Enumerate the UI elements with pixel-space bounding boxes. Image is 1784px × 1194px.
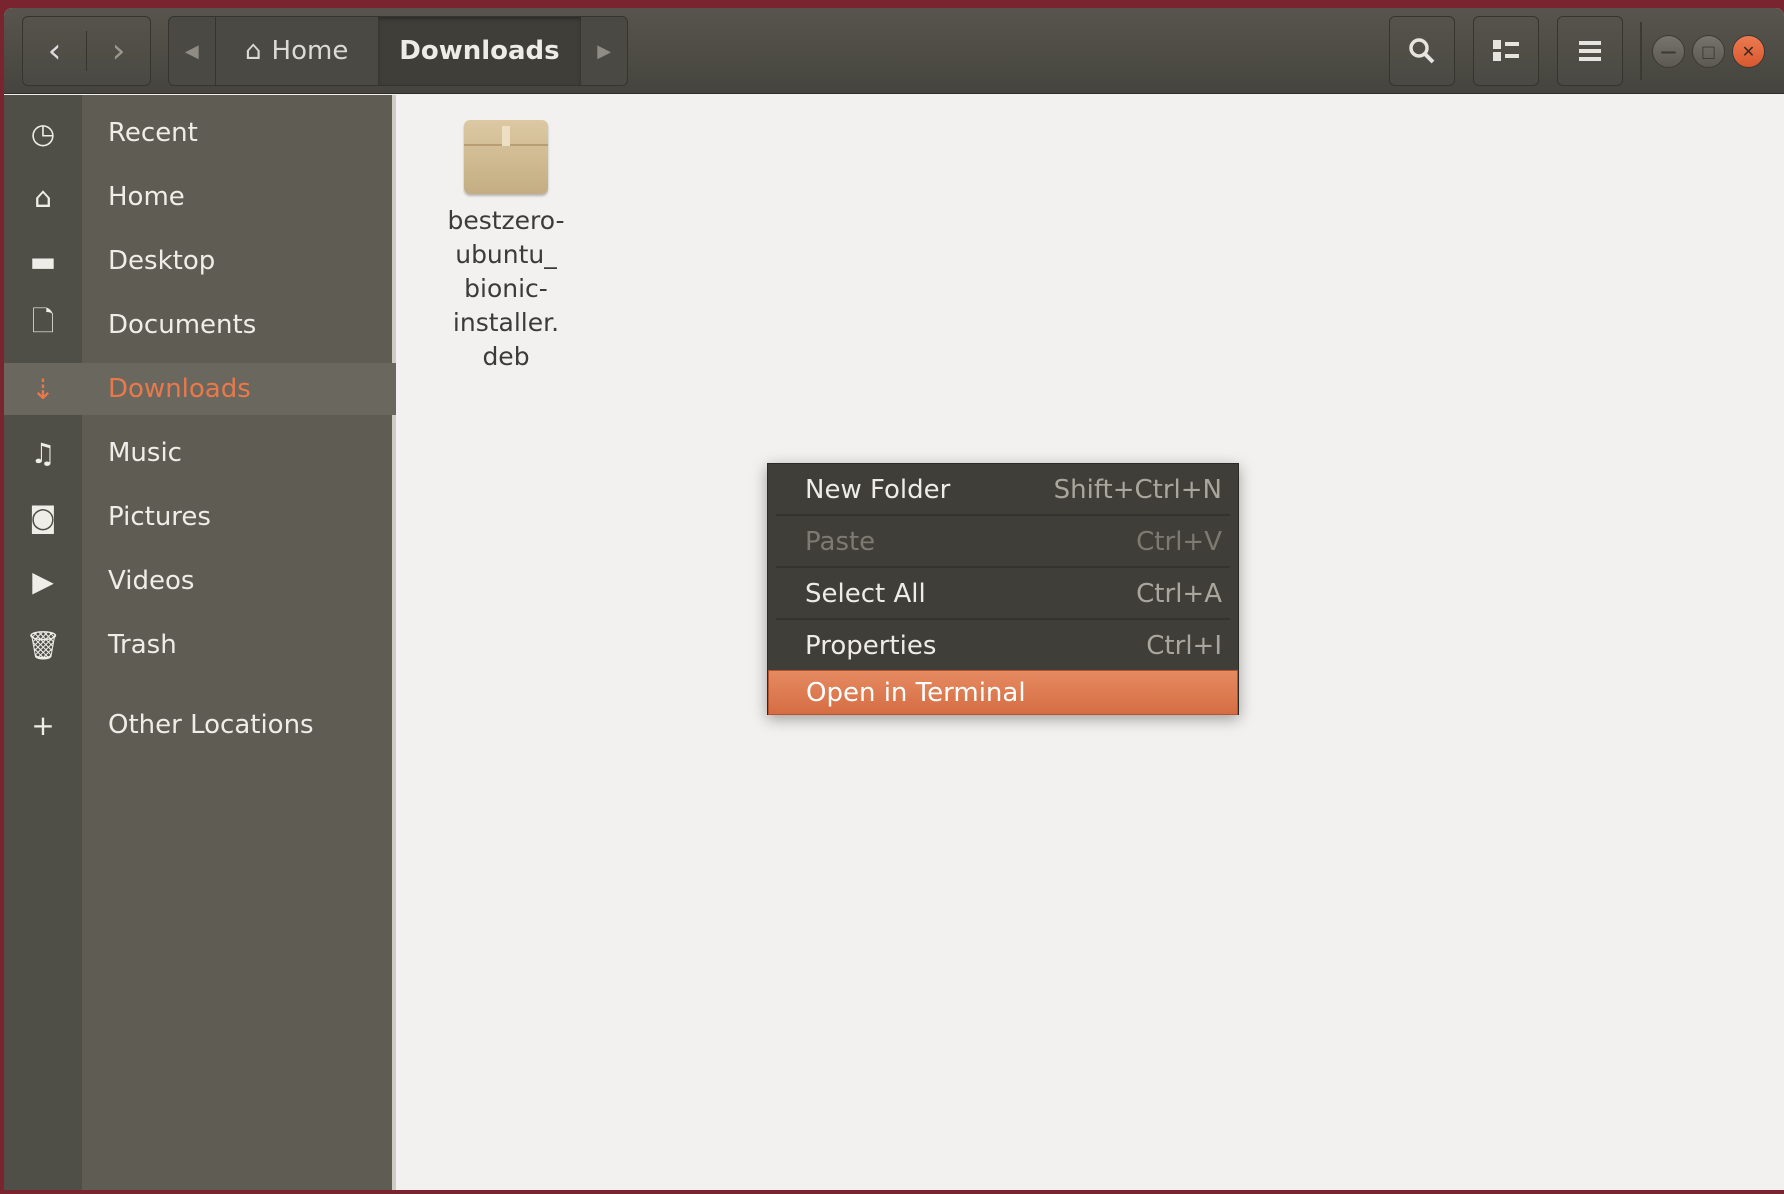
sidebar-item-label: Recent: [108, 118, 198, 148]
music-icon: ♫: [30, 436, 56, 470]
home-icon: ⌂: [245, 36, 262, 66]
hamburger-menu-icon: [1579, 41, 1601, 61]
context-menu: New Folder Shift+Ctrl+N Paste Ctrl+V Selec…: [767, 463, 1239, 715]
path-bar: ◀ ⌂ Home Downloads ▶: [168, 16, 628, 86]
sidebar-item-recent[interactable]: ◷ Recent: [4, 107, 396, 159]
sidebar-item-desktop[interactable]: ▬ Desktop: [4, 235, 396, 287]
header-separator: [1640, 22, 1642, 80]
camera-icon: ◙: [29, 500, 57, 534]
path-downloads-button[interactable]: Downloads: [377, 17, 582, 85]
file-item[interactable]: bestzero- ubuntu_ bionic- installer. deb: [424, 120, 588, 374]
path-home-label: Home: [271, 36, 349, 66]
path-scroll-left-button[interactable]: ◀: [169, 17, 215, 85]
chevron-right-icon: ›: [111, 31, 126, 71]
document-icon: 🗋: [31, 305, 55, 338]
menu-item-select-all[interactable]: Select All Ctrl+A: [768, 568, 1238, 620]
file-name: bestzero- ubuntu_ bionic- installer. deb: [424, 204, 588, 374]
path-home-button[interactable]: ⌂ Home: [214, 17, 378, 85]
path-current-label: Downloads: [399, 36, 560, 66]
download-icon: ⇣: [31, 372, 55, 406]
menu-item-label: Paste: [805, 527, 876, 557]
sidebar-item-label: Documents: [108, 310, 257, 340]
file-name-line: bestzero-: [447, 206, 565, 235]
menu-item-open-in-terminal[interactable]: Open in Terminal: [768, 670, 1238, 715]
package-icon: [464, 120, 548, 194]
menu-item-label: Select All: [805, 579, 926, 609]
back-button[interactable]: ‹: [23, 31, 86, 71]
sidebar-item-pictures[interactable]: ◙ Pictures: [4, 491, 396, 543]
sidebar-item-label: Other Locations: [108, 710, 314, 740]
forward-button[interactable]: ›: [86, 31, 150, 71]
sidebar-item-label: Desktop: [108, 246, 216, 276]
home-icon: ⌂: [34, 180, 52, 214]
menu-item-label: Open in Terminal: [806, 677, 1026, 708]
close-icon: ✕: [1741, 42, 1756, 61]
video-icon: ▶: [32, 564, 54, 598]
clock-icon: ◷: [30, 116, 56, 150]
file-name-line: bionic-: [464, 274, 548, 303]
sidebar-item-videos[interactable]: ▶ Videos: [4, 555, 396, 607]
file-name-line: deb: [482, 342, 530, 371]
search-button[interactable]: [1389, 16, 1455, 86]
header-bar: ‹ › ◀ ⌂ Home Downloads ▶ — □ ✕: [4, 8, 1784, 94]
menu-item-properties[interactable]: Properties Ctrl+I: [768, 620, 1238, 672]
sidebar-item-label: Trash: [108, 630, 177, 660]
sidebar-item-label: Downloads: [108, 374, 251, 404]
minimize-button[interactable]: —: [1652, 35, 1685, 68]
list-view-icon: [1493, 40, 1519, 61]
maximize-button[interactable]: □: [1692, 35, 1725, 68]
path-scroll-right-button[interactable]: ▶: [581, 17, 627, 85]
sidebar-item-downloads[interactable]: ⇣ Downloads: [4, 363, 396, 415]
minimize-icon: —: [1660, 42, 1677, 61]
menu-item-new-folder[interactable]: New Folder Shift+Ctrl+N: [768, 464, 1238, 516]
history-nav: ‹ ›: [22, 16, 151, 86]
chevron-left-icon: ‹: [47, 31, 62, 71]
close-button[interactable]: ✕: [1732, 35, 1765, 68]
file-manager-window: ‹ › ◀ ⌂ Home Downloads ▶ — □ ✕ ◷ Recent ⌂…: [4, 8, 1784, 1190]
app-menu-button[interactable]: [1557, 16, 1623, 86]
file-name-line: installer.: [452, 308, 560, 337]
maximize-icon: □: [1700, 42, 1717, 61]
menu-item-label: New Folder: [805, 475, 951, 505]
sidebar-item-label: Pictures: [108, 502, 211, 532]
plus-icon: +: [31, 708, 55, 742]
sidebar-item-home[interactable]: ⌂ Home: [4, 171, 396, 223]
sidebar-item-label: Videos: [108, 566, 195, 596]
sidebar-item-label: Music: [108, 438, 182, 468]
sidebar-item-label: Home: [108, 182, 185, 212]
sidebar-item-other-locations[interactable]: + Other Locations: [4, 699, 396, 751]
menu-item-shortcut: Ctrl+I: [1146, 631, 1222, 661]
menu-item-shortcut: Ctrl+V: [1136, 527, 1222, 557]
view-toggle-button[interactable]: [1473, 16, 1539, 86]
trash-icon: 🗑: [25, 628, 61, 662]
menu-item-paste[interactable]: Paste Ctrl+V: [768, 516, 1238, 568]
search-icon: [1409, 38, 1435, 64]
file-name-line: ubuntu_: [455, 240, 557, 269]
folder-icon: ▬: [29, 244, 57, 278]
menu-item-shortcut: Shift+Ctrl+N: [1053, 475, 1222, 505]
sidebar-item-trash[interactable]: 🗑 Trash: [4, 619, 396, 671]
sidebar-item-documents[interactable]: 🗋 Documents: [4, 299, 396, 351]
menu-item-shortcut: Ctrl+A: [1136, 579, 1222, 609]
menu-item-label: Properties: [805, 631, 937, 661]
sidebar-item-music[interactable]: ♫ Music: [4, 427, 396, 479]
